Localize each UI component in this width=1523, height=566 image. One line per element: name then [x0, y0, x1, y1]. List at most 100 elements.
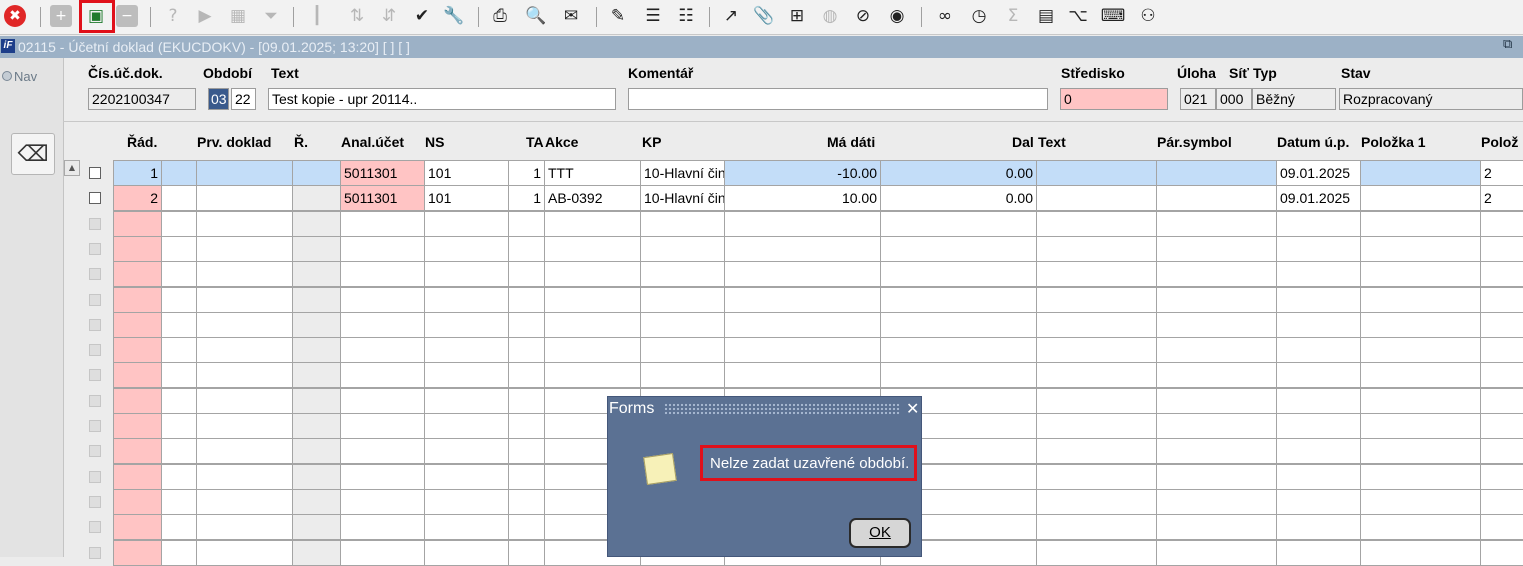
cell-text[interactable]: [1036, 185, 1157, 211]
cell-kp[interactable]: [640, 236, 725, 262]
cell-datum[interactable]: 09.01.2025: [1276, 185, 1361, 211]
cell-akce[interactable]: AB-0392: [544, 185, 641, 211]
cell-par[interactable]: [1156, 540, 1277, 566]
nav-toggle[interactable]: Nav: [2, 69, 37, 84]
cell-par[interactable]: [1156, 388, 1277, 414]
text-field[interactable]: Test kopie - upr 20114..: [268, 88, 616, 110]
cell-ns[interactable]: 101: [424, 160, 509, 186]
cell-kp[interactable]: [640, 312, 725, 338]
column-header-prev_doc[interactable]: Prv. doklad: [197, 134, 271, 150]
cell-pol2[interactable]: 2: [1480, 160, 1523, 186]
help-button[interactable]: ?: [161, 4, 185, 28]
cell-dal[interactable]: 0.00: [880, 185, 1037, 211]
row-select-checkbox[interactable]: [89, 521, 101, 533]
checklist-button[interactable]: ☷: [674, 4, 698, 28]
row-select-checkbox[interactable]: [89, 471, 101, 483]
dialog-close-icon[interactable]: ✕: [906, 399, 919, 418]
filter-button[interactable]: ⏷: [259, 4, 283, 28]
cell-ns[interactable]: [424, 413, 509, 439]
cell-anal[interactable]: [340, 312, 425, 338]
cell-r[interactable]: [292, 236, 341, 262]
cell-r[interactable]: [292, 287, 341, 313]
cell-par[interactable]: [1156, 236, 1277, 262]
cell-row[interactable]: [113, 540, 162, 566]
cell-akce[interactable]: TTT: [544, 160, 641, 186]
cell-prev_doc[interactable]: [196, 388, 293, 414]
cell-text[interactable]: [1036, 287, 1157, 313]
cell-row[interactable]: [113, 287, 162, 313]
doc-no-field[interactable]: 2202100347: [88, 88, 196, 110]
cell-datum[interactable]: 09.01.2025: [1276, 160, 1361, 186]
cell-text[interactable]: [1036, 388, 1157, 414]
cell-kp[interactable]: [640, 211, 725, 237]
cell-anal[interactable]: [340, 287, 425, 313]
cell-r[interactable]: [292, 185, 341, 211]
cell-datum[interactable]: [1276, 388, 1361, 414]
cell-ns[interactable]: [424, 438, 509, 464]
row-select-checkbox[interactable]: [89, 445, 101, 457]
cell-md[interactable]: [724, 261, 881, 287]
cell-pol1[interactable]: [1360, 540, 1481, 566]
cell-r[interactable]: [292, 413, 341, 439]
cell-text[interactable]: [1036, 464, 1157, 490]
cell-par[interactable]: [1156, 185, 1277, 211]
cell-ns[interactable]: [424, 287, 509, 313]
cell-ns[interactable]: [424, 236, 509, 262]
cell-row[interactable]: [113, 489, 162, 515]
ok-button[interactable]: OK: [849, 518, 911, 548]
column-header-anal[interactable]: Anal.účet: [341, 134, 404, 150]
cell-row[interactable]: [113, 362, 162, 388]
cell-datum[interactable]: [1276, 261, 1361, 287]
cell-r[interactable]: [292, 312, 341, 338]
cell-c2[interactable]: [161, 312, 197, 338]
cell-prev_doc[interactable]: [196, 540, 293, 566]
column-header-ns[interactable]: NS: [425, 134, 444, 150]
cell-c2[interactable]: [161, 489, 197, 515]
cell-ta[interactable]: [508, 362, 545, 388]
cell-pol2[interactable]: [1480, 312, 1523, 338]
cell-prev_doc[interactable]: [196, 438, 293, 464]
print-preview-button[interactable]: 🔍: [524, 4, 548, 28]
cell-pol2[interactable]: [1480, 287, 1523, 313]
check-button[interactable]: ✔: [410, 4, 434, 28]
cell-ta[interactable]: [508, 287, 545, 313]
cell-ta[interactable]: [508, 464, 545, 490]
cell-md[interactable]: -10.00: [724, 160, 881, 186]
close-form-button[interactable]: ✖: [4, 5, 26, 27]
cell-datum[interactable]: [1276, 438, 1361, 464]
sum-button[interactable]: Σ: [1001, 4, 1025, 28]
cell-ta[interactable]: [508, 312, 545, 338]
cell-dal[interactable]: [880, 236, 1037, 262]
cell-row[interactable]: [113, 312, 162, 338]
type-field[interactable]: Běžný: [1252, 88, 1336, 110]
cell-pol1[interactable]: [1360, 337, 1481, 363]
cell-pol2[interactable]: [1480, 413, 1523, 439]
cell-row[interactable]: [113, 438, 162, 464]
row-select-checkbox[interactable]: [89, 496, 101, 508]
cell-prev_doc[interactable]: [196, 236, 293, 262]
cell-pol2[interactable]: [1480, 362, 1523, 388]
cell-par[interactable]: [1156, 160, 1277, 186]
restore-window-icon[interactable]: ⧉: [1503, 37, 1512, 52]
cell-pol1[interactable]: [1360, 362, 1481, 388]
cell-ta[interactable]: 1: [508, 185, 545, 211]
period-year-field[interactable]: 22: [231, 88, 256, 110]
cell-md[interactable]: [724, 287, 881, 313]
cell-row[interactable]: [113, 337, 162, 363]
cell-text[interactable]: [1036, 514, 1157, 540]
cell-r[interactable]: [292, 489, 341, 515]
cell-dal[interactable]: [880, 211, 1037, 237]
cell-datum[interactable]: [1276, 362, 1361, 388]
row-select-checkbox[interactable]: [89, 268, 101, 280]
cell-ns[interactable]: [424, 388, 509, 414]
cell-md[interactable]: 10.00: [724, 185, 881, 211]
cell-par[interactable]: [1156, 464, 1277, 490]
cell-datum[interactable]: [1276, 464, 1361, 490]
net-field[interactable]: 000: [1216, 88, 1252, 110]
cell-ns[interactable]: 101: [424, 185, 509, 211]
keyboard-button[interactable]: ⌨: [1101, 4, 1126, 28]
column-header-par[interactable]: Pár.symbol: [1157, 134, 1232, 150]
insert-record-button[interactable]: +: [50, 5, 72, 27]
signpost-button[interactable]: ⊞: [785, 4, 809, 28]
cell-ta[interactable]: [508, 540, 545, 566]
